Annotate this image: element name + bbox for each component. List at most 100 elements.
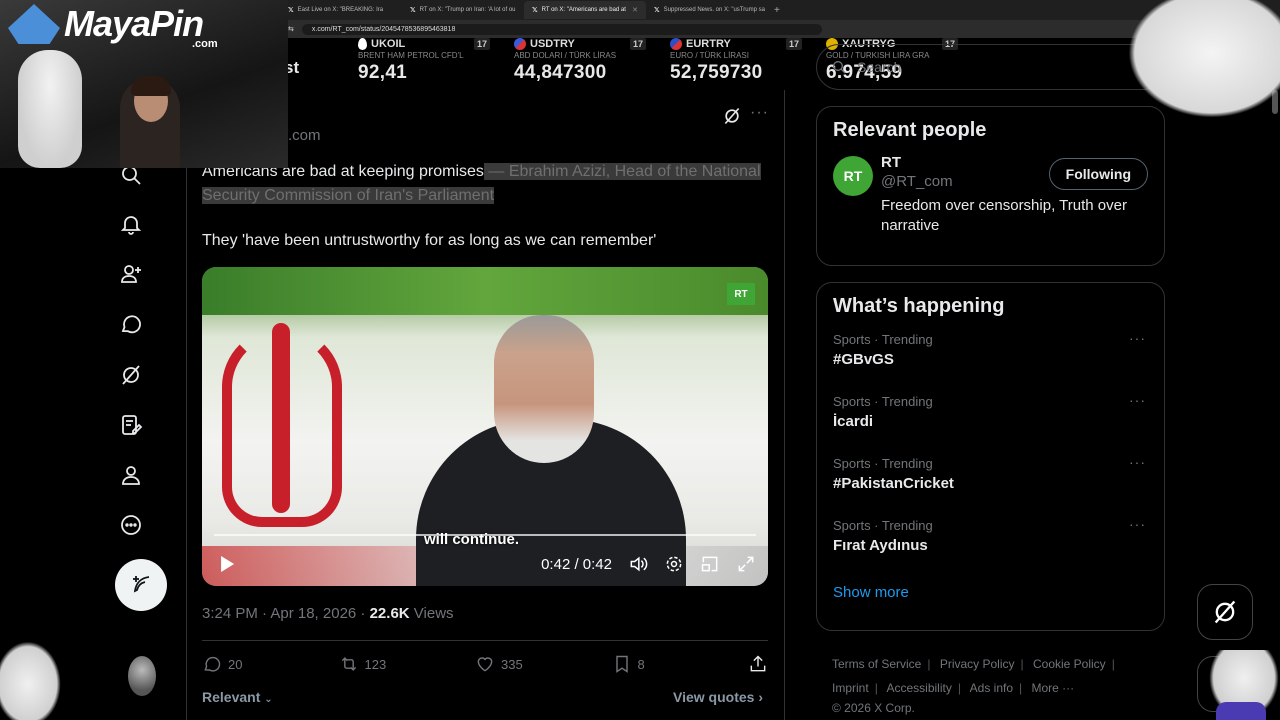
compose-post-button[interactable] xyxy=(115,559,167,611)
site-info-icon[interactable]: ⇆ xyxy=(288,25,294,33)
fullscreen-button[interactable] xyxy=(736,554,756,574)
views-label: Views xyxy=(409,605,454,622)
actions-divider xyxy=(202,640,768,641)
tweet-text-line2: They 'have been untrustworthy for as lon… xyxy=(202,232,657,249)
person-bio: Freedom over censorship, Truth over narr… xyxy=(881,197,1127,234)
trend-name: #PakistanCricket xyxy=(833,475,954,492)
accessibility-link[interactable]: Accessibility xyxy=(886,681,951,695)
browser-tab[interactable]: 𝕏 Suppressed News. on X: "usTrump sa xyxy=(646,1,768,19)
relevant-people-card: Relevant people RT RT @RT_com Freedom ov… xyxy=(816,106,1165,266)
tab-label: RT on X: "Americans are bad at xyxy=(541,7,626,13)
more-options-icon[interactable]: ··· xyxy=(1129,516,1146,532)
mute-button[interactable] xyxy=(628,554,648,574)
browser-tab[interactable]: 𝕏 East Live on X: "BREAKING: Ira xyxy=(280,1,402,19)
repost-button[interactable]: 123 xyxy=(339,654,476,674)
trend-item[interactable]: Sports · Trending Fırat Aydınus ··· xyxy=(817,516,1164,578)
drop-icon xyxy=(358,38,367,50)
more-circle-icon xyxy=(121,515,141,535)
terms-link[interactable]: Terms of Service xyxy=(832,657,921,671)
flag-green-band xyxy=(202,267,768,315)
like-button[interactable]: 335 xyxy=(475,654,612,674)
ticker-value: 44,847300 xyxy=(514,62,607,83)
grok-floating-button[interactable] xyxy=(1197,584,1253,640)
reply-icon xyxy=(204,656,221,672)
trend-item[interactable]: Sports · Trending İcardi ··· xyxy=(817,392,1164,454)
browser-tab-active[interactable]: 𝕏 RT on X: "Americans are bad at ✕ xyxy=(524,1,646,19)
repost-count: 123 xyxy=(364,656,387,672)
logo-text: MayaPin xyxy=(64,3,204,44)
nav-follow[interactable] xyxy=(117,260,145,288)
search-input[interactable]: Search xyxy=(816,44,1166,90)
url-field[interactable]: x.com/RT_com/status/2045478536895463818 xyxy=(301,23,822,35)
more-options-icon[interactable]: ··· xyxy=(750,104,769,122)
cat-image xyxy=(1208,650,1280,720)
chat-bubble-icon xyxy=(121,315,141,334)
settings-button[interactable] xyxy=(664,554,684,574)
ticker-desc: ABD DOLARI / TÜRK LİRAS xyxy=(514,51,617,60)
expand-icon xyxy=(738,556,754,572)
imprint-link[interactable]: Imprint xyxy=(832,681,869,695)
play-button[interactable] xyxy=(216,554,236,574)
trend-meta: Sports · Trending xyxy=(833,456,933,471)
new-tab-icon[interactable]: + xyxy=(774,5,780,16)
ads-info-link[interactable]: Ads info xyxy=(970,681,1013,695)
browser-tab[interactable]: 𝕏 RT on X: "Trump on Iran: 'A lot of ou xyxy=(402,1,524,19)
card-title: Relevant people xyxy=(833,119,987,141)
privacy-link[interactable]: Privacy Policy xyxy=(940,657,1015,671)
pip-button[interactable] xyxy=(700,554,720,574)
ticker-symbol: EURTRY xyxy=(670,38,826,50)
ticker-eurtry[interactable]: EURTRY EURO / TÜRK LİRASI 52,759730 17 xyxy=(670,38,826,90)
person-row[interactable]: RT RT @RT_com Freedom over censorship, T… xyxy=(817,154,1164,252)
more-options-icon[interactable]: ··· xyxy=(1129,392,1146,408)
account-avatar[interactable] xyxy=(128,656,156,696)
show-more-link[interactable]: Show more xyxy=(817,578,1164,617)
more-options-icon[interactable]: ··· xyxy=(1129,330,1146,346)
reply-button[interactable]: 20 xyxy=(202,654,339,674)
tradingview-icon: 17 xyxy=(629,38,646,50)
cat-image xyxy=(1128,0,1280,118)
flag-emblem-center xyxy=(272,323,290,513)
ticker-usdtry[interactable]: USDTRY ABD DOLARI / TÜRK LİRAS 44,847300… xyxy=(514,38,670,90)
trend-item[interactable]: Sports · Trending #GBvGS ··· xyxy=(817,330,1164,392)
nav-messages[interactable] xyxy=(117,310,145,338)
video-progress-bar[interactable] xyxy=(214,534,756,536)
column-divider-right xyxy=(784,90,785,720)
bookmark-button[interactable]: 8 xyxy=(612,654,749,674)
search-icon xyxy=(833,61,846,74)
nav-more[interactable] xyxy=(117,511,145,539)
ticker-desc: BRENT HAM PETROL CFD'L xyxy=(358,51,464,60)
share-button[interactable] xyxy=(748,654,768,674)
list-edit-icon xyxy=(122,415,143,435)
trend-meta: Sports · Trending xyxy=(833,394,933,409)
view-quotes-link[interactable]: View quotes › xyxy=(673,689,763,705)
tradingview-icon: 17 xyxy=(785,38,802,50)
ticker-symbol-text: USDTRY xyxy=(530,38,575,50)
video-player[interactable]: RT will continue. 0:42 / 0:42 xyxy=(202,267,768,586)
avatar[interactable]: RT xyxy=(833,156,873,196)
grok-icon[interactable] xyxy=(722,106,742,126)
more-options-icon[interactable]: ··· xyxy=(1129,454,1146,470)
nav-notifications[interactable] xyxy=(117,210,145,238)
tab-label: East Live on X: "BREAKING: Ira xyxy=(297,7,384,13)
nav-grok[interactable] xyxy=(117,361,145,389)
nav-profile[interactable] xyxy=(117,461,145,489)
footer-row: Terms of Service | Privacy Policy | Cookie… xyxy=(832,652,1162,676)
ticker-ukoil[interactable]: UKOIL BRENT HAM PETROL CFD'L 92,41 17 xyxy=(358,38,514,90)
chevron-right-icon: › xyxy=(758,689,763,705)
timestamp-text[interactable]: 3:24 PM · Apr 18, 2026 · xyxy=(202,605,370,622)
video-time: 0:42 / 0:42 xyxy=(541,555,612,573)
heart-icon xyxy=(477,657,493,672)
replies-sort-dropdown[interactable]: Relevant ⌄ xyxy=(202,689,273,705)
following-button[interactable]: Following xyxy=(1048,158,1148,190)
more-link[interactable]: More ··· xyxy=(1031,681,1074,695)
tweet-timestamp: 3:24 PM · Apr 18, 2026 · 22.6K Views xyxy=(202,605,454,622)
close-tab-icon[interactable]: ✕ xyxy=(632,6,638,14)
profile-icon xyxy=(122,466,140,485)
cat-image xyxy=(18,50,82,168)
trend-name: İcardi xyxy=(833,413,874,430)
ticker-value: 92,41 xyxy=(358,62,408,83)
trend-item[interactable]: Sports · Trending #PakistanCricket ··· xyxy=(817,454,1164,516)
ticker-desc: EURO / TÜRK LİRASI xyxy=(670,51,749,60)
cookie-link[interactable]: Cookie Policy xyxy=(1033,657,1106,671)
nav-lists[interactable] xyxy=(117,411,145,439)
